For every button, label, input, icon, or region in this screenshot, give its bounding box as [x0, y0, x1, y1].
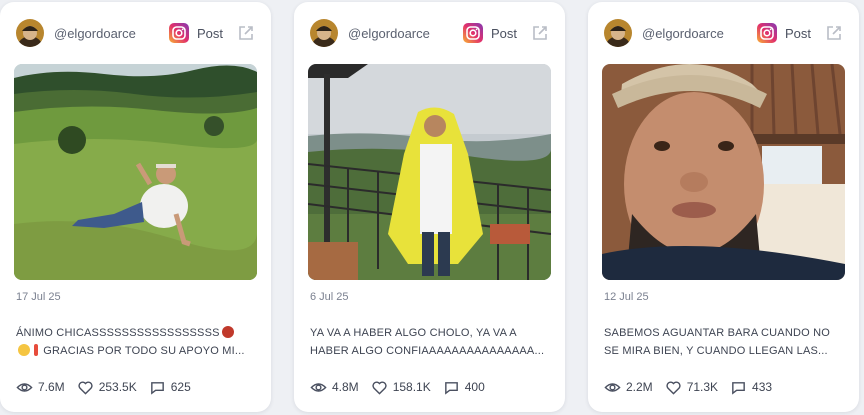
post-caption[interactable]: ÁNIMO CHICASSSSSSSSSSSSSSSSS GRACIAS POR… [16, 324, 253, 360]
likes-stat: 158.1K [371, 379, 431, 396]
card-header: @elgordoarce Post [604, 18, 843, 48]
caption-line-2: HABER ALGO CONFIAAAAAAAAAAAAAAA... [310, 345, 545, 357]
comment-icon [732, 381, 745, 395]
car-emoji-icon [221, 326, 234, 338]
comment-icon [444, 381, 458, 395]
likes-stat: 71.3K [665, 379, 718, 396]
likes-count: 253.5K [98, 380, 137, 394]
external-link-icon[interactable] [237, 24, 255, 42]
post-card-1[interactable]: @elgordoarce Post 17 Jul 25 ÁNIMO CHICAS… [0, 2, 271, 412]
views-count: 7.6M [38, 380, 65, 394]
instagram-icon [462, 23, 483, 43]
views-count: 2.2M [626, 380, 653, 394]
photo-balcony-icon [308, 64, 551, 280]
post-stats: 7.6M 253.5K 625 [16, 377, 203, 397]
post-image[interactable] [602, 64, 845, 280]
external-link-icon[interactable] [531, 24, 549, 42]
likes-count: 71.3K [686, 380, 719, 394]
post-caption[interactable]: SABEMOS AGUANTAR BARA CUANDO NO SE MIRA … [604, 324, 841, 360]
heart-icon [666, 380, 681, 395]
photo-field-icon [14, 64, 257, 280]
heart-icon [372, 380, 387, 395]
comment-icon [150, 381, 164, 395]
comments-stat: 625 [149, 379, 191, 396]
eye-icon [16, 382, 33, 392]
post-stats: 2.2M 71.3K 433 [604, 377, 784, 397]
comments-count: 400 [464, 380, 485, 394]
instagram-icon [168, 23, 189, 43]
heart-icon [78, 380, 93, 395]
post-date: 17 Jul 25 [16, 291, 61, 303]
avatar[interactable] [16, 19, 44, 47]
card-header: @elgordoarce Post [310, 18, 549, 48]
post-type-label: Post [196, 25, 223, 41]
caption-line-1: SABEMOS AGUANTAR BARA CUANDO NO [604, 327, 831, 339]
account-handle[interactable]: @elgordoarce [642, 26, 757, 41]
post-image[interactable] [14, 64, 257, 280]
views-stat: 4.8M [310, 379, 359, 396]
caption-line-2: GRACIAS POR TODO SU APOYO MI... [43, 345, 245, 357]
photo-selfie-icon [602, 64, 845, 280]
avatar[interactable] [310, 19, 338, 47]
likes-stat: 253.5K [77, 379, 137, 396]
exclamation-emoji-icon [34, 344, 38, 356]
post-date: 6 Jul 25 [310, 291, 349, 303]
post-stats: 4.8M 158.1K 400 [310, 377, 497, 397]
caption-line-2: SE MIRA BIEN, Y CUANDO LLEGAN LAS... [604, 345, 828, 357]
post-image[interactable] [308, 64, 551, 280]
views-count: 4.8M [332, 380, 359, 394]
views-stat: 2.2M [604, 379, 653, 396]
caption-line-1: ÁNIMO CHICASSSSSSSSSSSSSSSSS [16, 327, 220, 339]
external-link-icon[interactable] [825, 24, 843, 42]
post-type-label: Post [784, 25, 811, 41]
avatar[interactable] [604, 19, 632, 47]
account-handle[interactable]: @elgordoarce [54, 26, 169, 41]
instagram-icon [756, 23, 777, 43]
post-date: 12 Jul 25 [604, 291, 649, 303]
post-type-label: Post [490, 25, 517, 41]
post-caption[interactable]: YA VA A HABER ALGO CHOLO, YA VA A HABER … [310, 324, 547, 360]
likes-count: 158.1K [392, 380, 431, 394]
laughing-emoji-icon [18, 344, 30, 356]
comments-stat: 433 [730, 379, 772, 396]
eye-icon [310, 382, 327, 392]
eye-icon [604, 382, 621, 392]
card-header: @elgordoarce Post [16, 18, 255, 48]
caption-line-1: YA VA A HABER ALGO CHOLO, YA VA A [310, 327, 517, 339]
account-handle[interactable]: @elgordoarce [348, 26, 463, 41]
comments-count: 625 [170, 380, 191, 394]
comments-count: 433 [752, 380, 773, 394]
views-stat: 7.6M [16, 379, 65, 396]
comments-stat: 400 [443, 379, 485, 396]
post-card-2[interactable]: @elgordoarce Post 6 Jul 25 YA VA A HABER… [294, 2, 565, 412]
post-card-3[interactable]: @elgordoarce Post 12 Jul 25 SABEMOS AGUA… [588, 2, 859, 412]
